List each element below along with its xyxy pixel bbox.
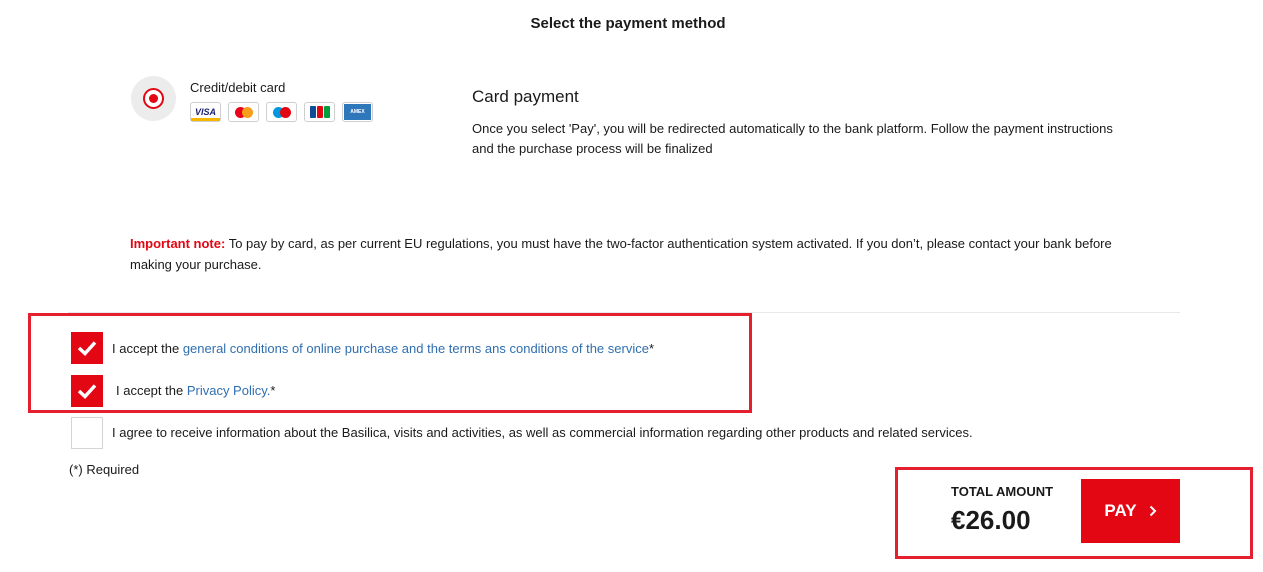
payment-description-text: Once you select 'Pay', you will be redir…	[472, 121, 1113, 156]
visa-logo: VISA	[190, 102, 221, 122]
terms-checkbox[interactable]	[71, 332, 103, 364]
privacy-label: I accept the Privacy Policy.*	[116, 383, 276, 398]
highlight-box-total	[895, 467, 1253, 559]
card-logos: VISA AMEX	[190, 102, 373, 122]
marketing-label: I agree to receive information about the…	[112, 425, 973, 440]
total-amount-label: TOTAL AMOUNT	[951, 484, 1054, 499]
payment-method-label: Credit/debit card	[190, 80, 286, 95]
payment-description-title: Card payment	[472, 87, 579, 106]
radio-selected-icon	[143, 88, 164, 109]
important-note-label: Important note:	[130, 236, 226, 251]
jcb-logo	[304, 102, 335, 122]
privacy-policy-link[interactable]: Privacy Policy.	[187, 383, 271, 398]
page-title: Select the payment method	[530, 15, 726, 32]
checkmark-icon	[77, 341, 97, 356]
important-note: Important note: To pay by card, as per c…	[130, 233, 1130, 275]
mastercard-logo	[228, 102, 259, 122]
checkmark-icon	[77, 384, 97, 399]
privacy-checkbox[interactable]	[71, 375, 103, 407]
maestro-logo	[266, 102, 297, 122]
terms-link[interactable]: general conditions of online purchase an…	[183, 341, 649, 356]
required-note: (*) Required	[69, 462, 140, 477]
highlight-box-consents	[28, 313, 752, 413]
marketing-checkbox[interactable]	[71, 417, 103, 449]
total-amount-value: €26.00	[951, 505, 1031, 535]
pay-button-label: PAY	[1104, 501, 1137, 520]
terms-label: I accept the general conditions of onlin…	[112, 341, 655, 356]
american-express-logo: AMEX	[342, 102, 373, 122]
chevron-right-icon	[1149, 505, 1156, 517]
payment-method-radio[interactable]	[131, 76, 176, 121]
pay-button[interactable]: PAY	[1081, 479, 1180, 543]
important-note-text: To pay by card, as per current EU regula…	[130, 236, 1112, 272]
